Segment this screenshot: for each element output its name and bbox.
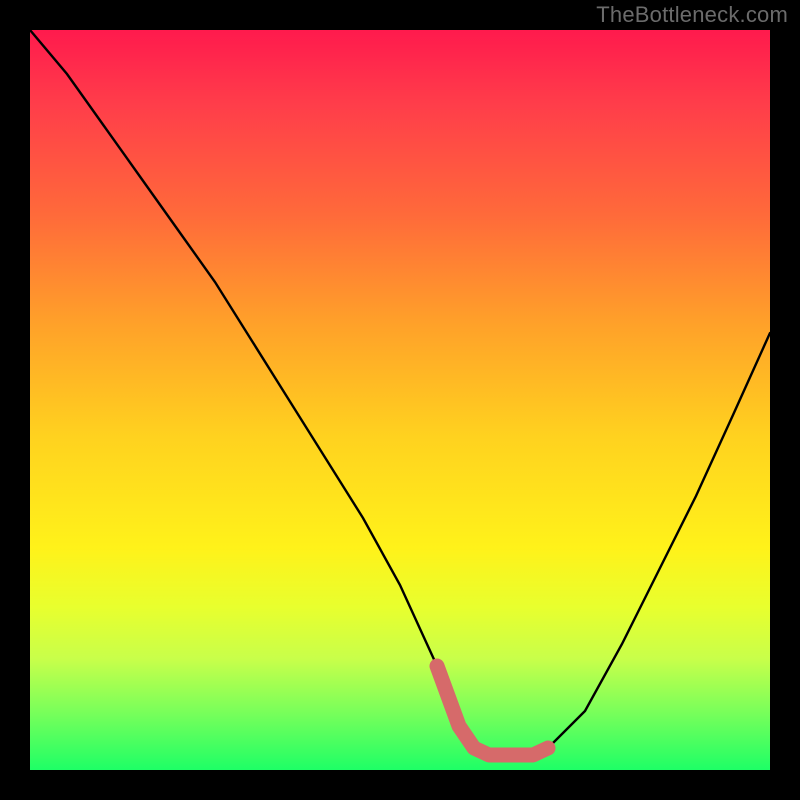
plot-area: [30, 30, 770, 770]
chart-frame: TheBottleneck.com: [0, 0, 800, 800]
bottleneck-curve-path: [30, 30, 770, 755]
curve-svg: [30, 30, 770, 770]
watermark-text: TheBottleneck.com: [596, 2, 788, 28]
highlight-segment-path: [437, 666, 548, 755]
